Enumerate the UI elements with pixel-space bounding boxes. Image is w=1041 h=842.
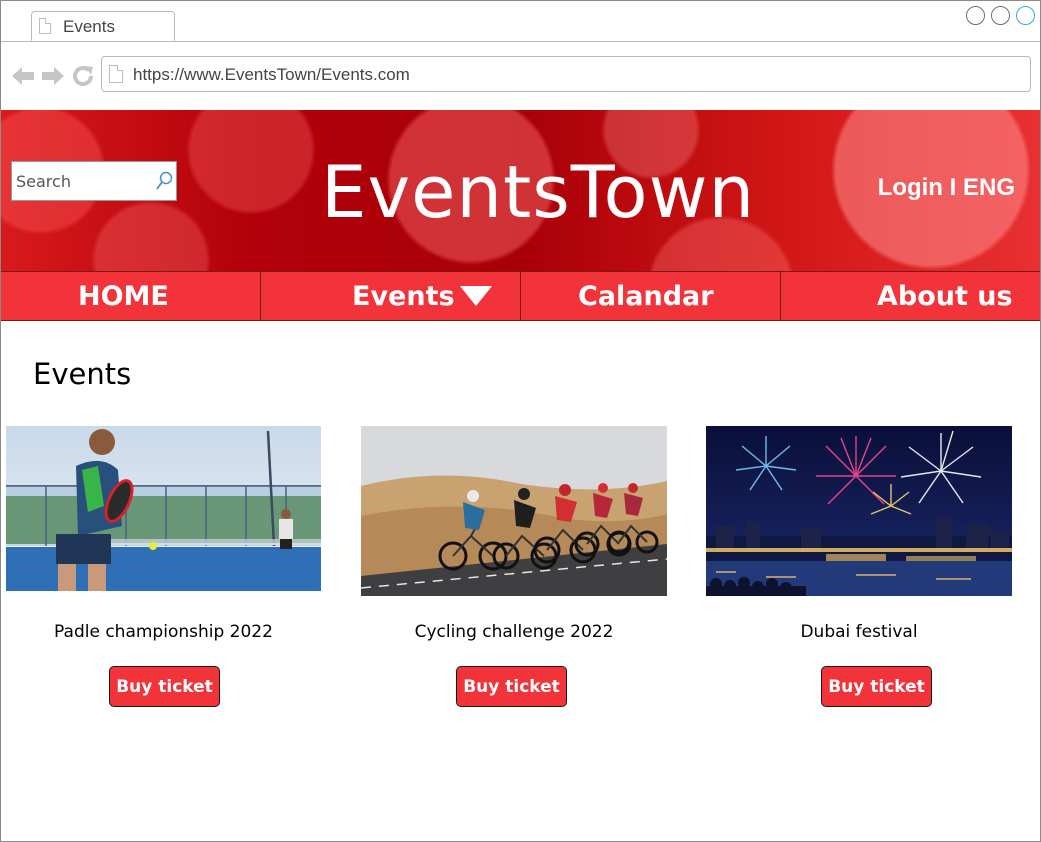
page-title: Events xyxy=(33,357,132,391)
buy-ticket-button[interactable]: Buy ticket xyxy=(821,666,932,707)
maximize-button[interactable] xyxy=(991,6,1010,25)
buy-ticket-button[interactable]: Buy ticket xyxy=(456,666,567,707)
search-icon[interactable] xyxy=(155,171,173,191)
event-title: Padle championship 2022 xyxy=(54,622,273,642)
buy-ticket-button[interactable]: Buy ticket xyxy=(109,666,220,707)
nav-about-label: About us xyxy=(877,281,1013,312)
language-link[interactable]: ENG xyxy=(963,174,1015,201)
nav-item-home[interactable]: HOME xyxy=(1,272,261,320)
login-link[interactable]: Login xyxy=(878,174,943,201)
reload-icon[interactable] xyxy=(71,64,95,92)
nav-home-label: HOME xyxy=(78,281,169,312)
url-text: https://www.EventsTown/Events.com xyxy=(133,65,410,84)
main-navigation: HOME Events Calandar About us xyxy=(1,271,1040,321)
url-field[interactable]: https://www.EventsTown/Events.com xyxy=(101,56,1031,92)
event-card: Dubai festival Buy ticket xyxy=(706,426,1012,716)
event-card: Cycling challenge 2022 Buy ticket xyxy=(361,426,667,716)
forward-arrow-icon[interactable] xyxy=(40,64,66,92)
padel-player-photo[interactable] xyxy=(6,426,321,591)
separator: I xyxy=(949,174,957,201)
dropdown-triangle-icon[interactable] xyxy=(460,286,492,306)
event-title: Dubai festival xyxy=(800,622,918,642)
search-input[interactable] xyxy=(16,170,146,192)
nav-item-calendar[interactable]: Calandar xyxy=(521,272,781,320)
browser-window: Events https://www.EventsTown/Events.com xyxy=(0,0,1041,842)
account-links: Login I ENG xyxy=(878,174,1015,202)
fireworks-over-marina-photo[interactable] xyxy=(706,426,1012,596)
nav-calendar-label: Calandar xyxy=(578,281,714,312)
close-button[interactable] xyxy=(1016,6,1035,25)
header-banner: EventsTown Login I ENG xyxy=(1,110,1040,271)
tab-title: Events xyxy=(63,17,115,36)
nav-events-label: Events xyxy=(352,281,455,312)
page-icon xyxy=(39,18,51,34)
nav-item-about[interactable]: About us xyxy=(781,272,1040,320)
event-title: Cycling challenge 2022 xyxy=(414,622,614,642)
browser-tab[interactable]: Events xyxy=(31,11,175,41)
event-card: Padle championship 2022 Buy ticket xyxy=(6,426,321,716)
page-icon xyxy=(109,65,123,83)
search-box xyxy=(11,161,177,201)
minimize-button[interactable] xyxy=(966,6,985,25)
address-bar-row: https://www.EventsTown/Events.com xyxy=(1,42,1040,110)
tab-bar: Events xyxy=(1,1,1040,42)
back-arrow-icon[interactable] xyxy=(10,64,36,92)
cyclists-desert-road-photo[interactable] xyxy=(361,426,667,596)
nav-item-events[interactable]: Events xyxy=(261,272,521,320)
site-logo[interactable]: EventsTown xyxy=(321,148,754,236)
